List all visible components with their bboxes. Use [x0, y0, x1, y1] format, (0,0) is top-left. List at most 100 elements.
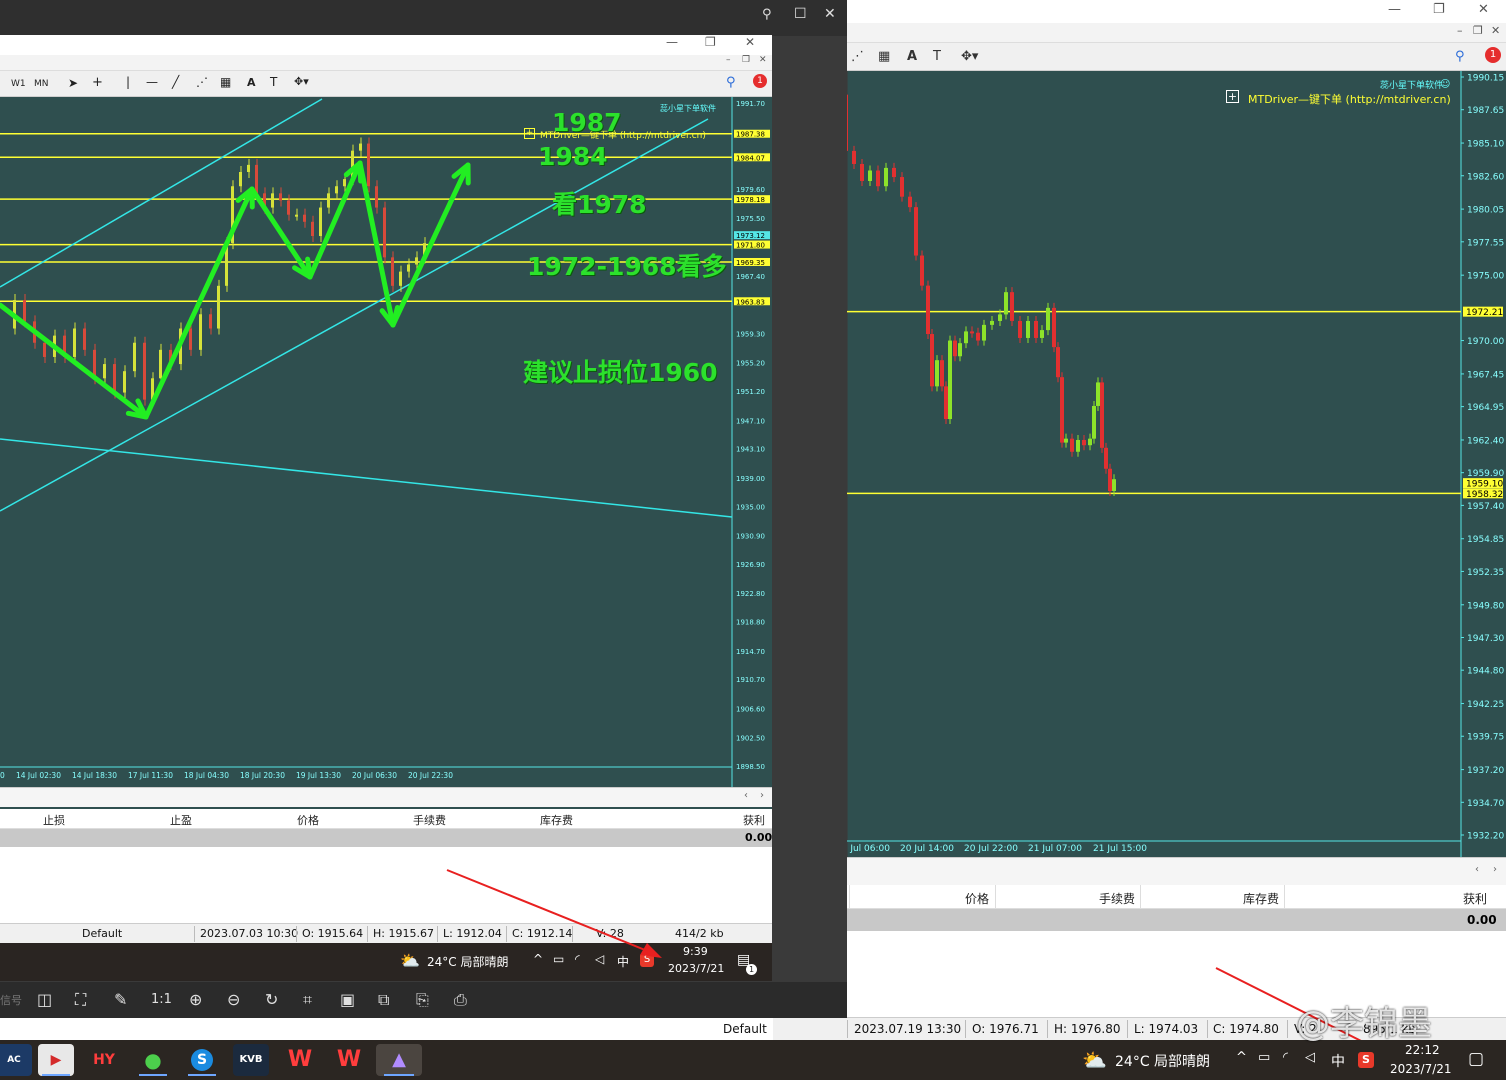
inner-mdi-controls: – ❐ ✕ — [0, 55, 772, 71]
channel-base-line — [0, 438, 733, 518]
taskbar-app-wps-2[interactable]: W — [331, 1044, 367, 1076]
volume-icon[interactable]: ◁ — [1305, 1050, 1315, 1065]
col-swap[interactable]: 库存费 — [1243, 890, 1279, 907]
tray-date[interactable]: 2023/7/21 — [1390, 1062, 1452, 1076]
price-tick-label: 1939.75 — [1467, 733, 1504, 743]
alert-badge[interactable]: 1 — [1485, 47, 1501, 63]
mdi-minimize-icon[interactable]: – — [1457, 24, 1463, 37]
crop-icon[interactable]: ⌗ — [303, 990, 312, 1010]
candle-body — [143, 342, 146, 400]
wifi-icon[interactable]: ◜ — [1283, 1050, 1288, 1065]
status-low: L: 1974.03 — [1134, 1022, 1199, 1036]
candle-body — [1112, 479, 1116, 491]
tray-time[interactable]: 22:12 — [1405, 1043, 1440, 1057]
inner-taskbar: ⛅ 24°C 局部晴朗 ^ ▭ ◜ ◁ 中 S 9:39 2023/7/21 ▤… — [0, 943, 772, 981]
zoom-in-icon[interactable]: ⊕ — [189, 990, 202, 1009]
mtdriver-plugin-label[interactable]: MTDriver—键下单 (http://mtdriver.cn) — [1248, 91, 1451, 107]
minimize-button[interactable]: — — [1388, 2, 1401, 17]
inner-mdi-close-icon: ✕ — [759, 55, 767, 65]
desktop: — ❐ ✕ – ❐ ✕ ⋰ ▦ A T ✥▾ ⚲ 1 1990.15 1987.6… — [0, 0, 1506, 1080]
time-tick-label: 20 Jul 06:30 — [352, 771, 397, 780]
price-tick-label: 1975.50 — [736, 215, 765, 223]
print-icon[interactable]: ⎙ — [454, 990, 467, 1010]
arrows-dropdown-icon[interactable]: ✥▾ — [961, 49, 978, 64]
edit-image-icon[interactable]: ✎ — [114, 990, 127, 1009]
price-tick-label: 1967.40 — [736, 273, 765, 281]
scroll-left-icon: ‹ — [744, 790, 748, 801]
mdi-close-icon[interactable]: ✕ — [1491, 24, 1500, 37]
compare-icon[interactable]: ⧉ — [378, 990, 389, 1010]
candle-body — [976, 332, 980, 341]
mdi-restore-icon[interactable]: ❐ — [1473, 24, 1483, 37]
time-tick-label: 21 Jul 07:00 — [1028, 844, 1082, 854]
expand-plus-icon[interactable]: + — [1226, 90, 1239, 103]
notification-count: 1 — [746, 964, 757, 975]
search-icon[interactable]: ⚲ — [1455, 49, 1465, 64]
candle-body — [1076, 439, 1080, 452]
annotation-1987: 1987 — [552, 108, 622, 137]
select-tool-icon[interactable]: ⛶ — [75, 990, 86, 1010]
status-profile[interactable]: Default — [723, 1022, 767, 1036]
col-commission[interactable]: 手续费 — [1099, 890, 1135, 907]
taskbar-app-pdf-icon[interactable]: ▶ — [38, 1044, 74, 1076]
save-icon[interactable]: ⎘ — [416, 990, 429, 1010]
candle-body — [43, 342, 46, 357]
candle-body — [123, 371, 126, 393]
split-view-icon[interactable]: ◫ — [37, 990, 52, 1009]
close-icon[interactable]: ✕ — [824, 6, 836, 22]
time-tick-label: 17 Jul 11:30 — [128, 771, 173, 780]
taskbar-app-s[interactable]: S — [184, 1044, 220, 1076]
scroll-right-icon[interactable]: › — [1493, 864, 1497, 875]
rotate-icon[interactable]: ↻ — [265, 990, 278, 1009]
candle-body — [964, 331, 968, 344]
taskbar-app-wechat-icon[interactable]: ● — [135, 1044, 171, 1076]
time-tick-label: 19 Jul 13:30 — [296, 771, 341, 780]
close-button[interactable]: ✕ — [1478, 2, 1489, 17]
time-tick-label: 14 Jul 02:30 — [16, 771, 61, 780]
weather-text[interactable]: 24°C 局部晴朗 — [1115, 1051, 1210, 1071]
zoom-out-icon[interactable]: ⊖ — [227, 990, 240, 1009]
tray-chevron-icon[interactable]: ^ — [1236, 1050, 1247, 1065]
battery-icon[interactable]: ▭ — [1258, 1050, 1270, 1065]
inner-mdi-restore-icon: ❐ — [742, 55, 751, 65]
price-tick-label: 1959.90 — [1467, 469, 1504, 479]
fibonacci-icon[interactable]: ⋰ — [851, 49, 864, 64]
taskbar-app-kvb[interactable]: KVB — [233, 1044, 269, 1076]
ime-indicator[interactable]: 中 — [1331, 1051, 1345, 1071]
taskbar-app-ac[interactable]: AC — [0, 1044, 32, 1076]
maximize-icon[interactable]: ☐ — [794, 6, 807, 22]
actual-size-icon[interactable]: 1:1 — [151, 992, 172, 1007]
sogou-icon[interactable]: S — [1358, 1052, 1374, 1068]
inner-terminal-total: 0.00 — [0, 829, 772, 847]
candle-body — [159, 349, 162, 379]
weather-icon[interactable]: ⛅ — [1082, 1048, 1107, 1072]
annotation-1984: 1984 — [538, 142, 608, 171]
price-chart[interactable]: 1990.15 1987.65 1985.10 1982.60 1980.05 1977.… — [773, 71, 1506, 857]
mdi-controls: – ❐ ✕ — [773, 23, 1506, 43]
pin-icon[interactable]: ⚲ — [762, 7, 772, 22]
price-marker-label: 1972.21 — [1466, 308, 1503, 318]
text-tool-icon[interactable]: A — [907, 49, 917, 64]
price-tick-label: 1943.10 — [736, 446, 765, 454]
grid-tool-icon[interactable]: ▦ — [878, 49, 890, 64]
candle-body — [1052, 307, 1056, 348]
price-marker-label: 1963.83 — [736, 298, 765, 306]
ocr-icon[interactable]: ▣ — [340, 990, 355, 1009]
taskbar-app-hy[interactable]: HY — [86, 1044, 122, 1076]
restore-button[interactable]: ❐ — [1433, 2, 1445, 17]
price-tick-label: 1918.80 — [736, 619, 765, 627]
price-tick-label: 1922.80 — [736, 590, 765, 598]
scroll-left-icon[interactable]: ‹ — [1475, 864, 1479, 875]
taskbar-app-wps[interactable]: W — [282, 1044, 318, 1076]
col-profit[interactable]: 获利 — [1463, 890, 1487, 907]
candle-body — [83, 328, 86, 350]
notification-center-icon[interactable]: ▢ — [1468, 1049, 1484, 1069]
candle-body — [990, 320, 994, 325]
tray-chevron-icon: ^ — [533, 952, 544, 966]
text-label-icon[interactable]: T — [933, 49, 941, 64]
fibonacci-icon: ⋰ — [196, 75, 208, 89]
trend-arrow-segment — [0, 302, 149, 420]
taskbar-app-photos-icon[interactable]: ▲ — [376, 1044, 422, 1076]
col-price[interactable]: 价格 — [965, 890, 989, 907]
col-commission: 手续费 — [413, 814, 446, 827]
